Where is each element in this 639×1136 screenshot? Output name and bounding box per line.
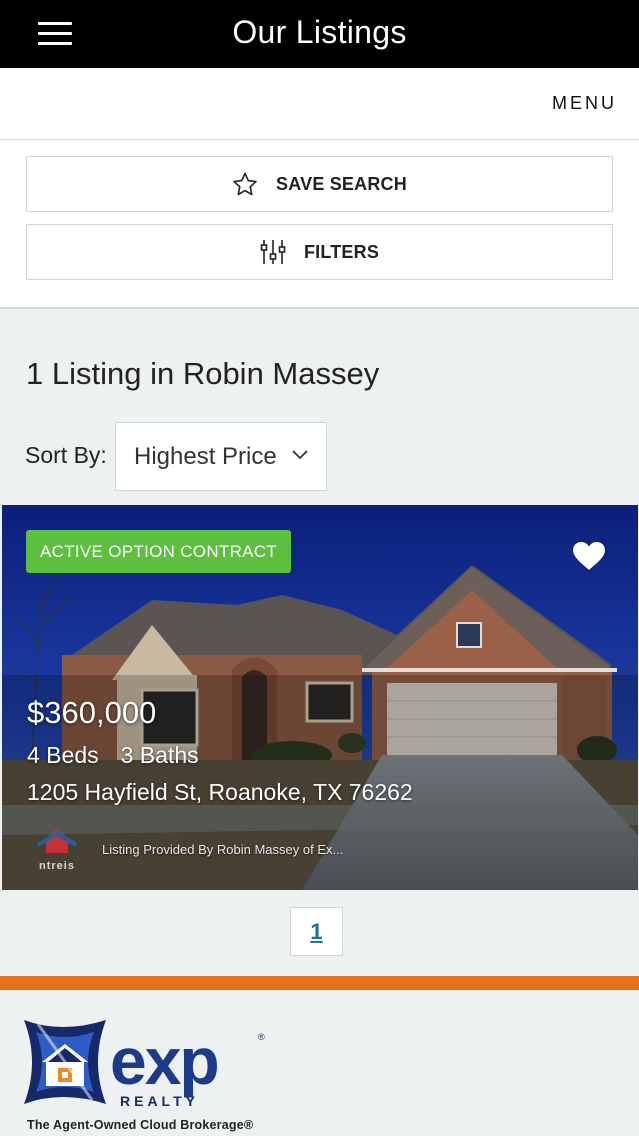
- search-actions: SAVE SEARCH FILTERS: [0, 141, 639, 309]
- listing-provider: Listing Provided By Robin Massey of Ex..…: [102, 842, 344, 857]
- svg-text:ntreis: ntreis: [39, 860, 75, 872]
- footer-tagline: The Agent-Owned Cloud Brokerage®: [27, 1118, 254, 1132]
- listing-specs: 4 Beds 3 Baths: [27, 742, 199, 769]
- site-menu-bar: MENU: [0, 68, 639, 140]
- listing-address: 1205 Hayfield St, Roanoke, TX 76262: [27, 779, 413, 805]
- svg-text:REALTY: REALTY: [120, 1093, 199, 1109]
- chevron-down-icon: [292, 450, 308, 460]
- status-badge: ACTIVE OPTION CONTRACT: [26, 530, 292, 573]
- page-title: Our Listings: [232, 14, 407, 50]
- footer: exp REALTY ® The Agent-Owned Cloud Broke…: [0, 990, 639, 1136]
- listing-card[interactable]: ACTIVE OPTION CONTRACT $360,000 4 Beds 3 …: [2, 505, 638, 890]
- save-search-button[interactable]: SAVE SEARCH: [26, 156, 613, 212]
- exp-realty-logo[interactable]: exp REALTY ®: [18, 1012, 268, 1118]
- sort-label: Sort By:: [25, 442, 107, 468]
- app-bar: Our Listings: [0, 0, 639, 68]
- footer-stripe: [0, 976, 639, 990]
- page-1-link[interactable]: 1: [290, 907, 343, 956]
- heart-icon[interactable]: [572, 541, 606, 571]
- sort-select[interactable]: Highest Price: [115, 422, 327, 491]
- mls-logo-icon: ntreis: [36, 829, 78, 872]
- save-search-label: SAVE SEARCH: [276, 173, 407, 194]
- sort-selected-value: Highest Price: [134, 442, 277, 470]
- sliders-icon: [260, 240, 286, 264]
- svg-text:®: ®: [258, 1032, 265, 1042]
- filters-label: FILTERS: [303, 241, 380, 262]
- listing-beds: 4 Beds: [27, 742, 99, 768]
- svg-text:exp: exp: [110, 1024, 218, 1098]
- listing-baths: 3 Baths: [120, 742, 199, 768]
- menu-button[interactable]: MENU: [552, 93, 617, 114]
- results-count-title: 1 Listing in Robin Massey: [26, 356, 380, 391]
- listing-price: $360,000: [27, 695, 157, 730]
- star-icon: [233, 172, 257, 195]
- filters-button[interactable]: FILTERS: [26, 224, 613, 280]
